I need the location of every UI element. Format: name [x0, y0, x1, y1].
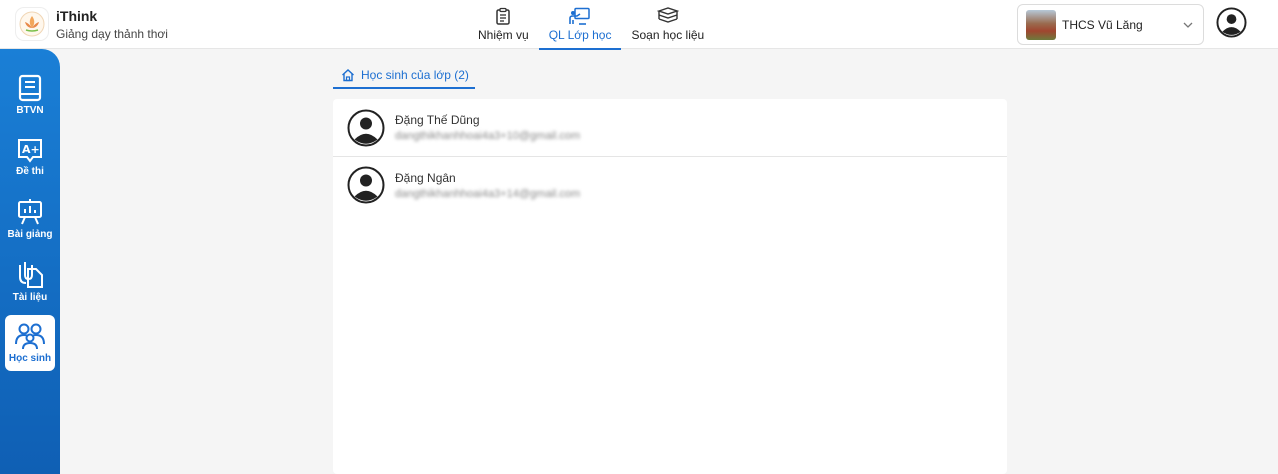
student-info: Đặng Ngân dangthikhanhhoai4a3+14@gmail.c… [395, 171, 580, 200]
sidebar-item-tai-lieu[interactable]: Tài liệu [5, 253, 55, 309]
sidebar-item-de-thi[interactable]: A+ Đề thi [5, 129, 55, 185]
student-email: dangthikhanhhoai4a3+10@gmail.com [395, 130, 581, 142]
tab-hoc-sinh-cua-lop[interactable]: Học sinh của lớp (2) [333, 63, 475, 89]
lotus-logo-icon [19, 11, 45, 37]
student-name: Đặng Ngân [395, 170, 456, 185]
sidebar: BTVN A+ Đề thi Bài giảng Tài liệu Học si… [0, 49, 60, 474]
home-icon [342, 69, 354, 82]
top-nav: Nhiệm vụ QL Lớp học Soạn học liệu [468, 0, 714, 50]
tab-label: Soạn học liệu [631, 28, 705, 42]
sidebar-item-label: Bài giảng [7, 229, 53, 240]
sidebar-item-label: Đề thi [16, 166, 44, 177]
students-icon [15, 323, 45, 350]
sidebar-item-label: Học sinh [8, 353, 52, 364]
tab-label: QL Lớp học [548, 28, 612, 42]
student-list-panel: Đặng Thế Dũng dangthikhanhhoai4a3+10@gma… [333, 99, 1007, 474]
student-info: Đặng Thế Dũng dangthikhanhhoai4a3+10@gma… [395, 113, 580, 142]
tab-label: Nhiệm vụ [478, 28, 529, 42]
top-header: iThink Giảng dạy thảnh thơi Nhiệm vụ QL … [0, 0, 1278, 50]
sidebar-item-bai-giang[interactable]: Bài giảng [5, 191, 55, 247]
classroom-icon [569, 7, 590, 25]
sidebar-item-label: Tài liệu [12, 292, 48, 303]
tab-ql-lop-hoc[interactable]: QL Lớp học [538, 0, 622, 50]
student-avatar-icon [347, 166, 385, 204]
student-email: dangthikhanhhoai4a3+14@gmail.com [395, 187, 581, 200]
tab-label: Học sinh của lớp (2) [361, 68, 469, 82]
user-avatar-icon[interactable] [1216, 7, 1247, 38]
tab-soan-hoc-lieu[interactable]: Soạn học liệu [621, 0, 714, 49]
sidebar-item-hoc-sinh[interactable]: Học sinh [5, 315, 55, 371]
list-item[interactable]: Đặng Thế Dũng dangthikhanhhoai4a3+10@gma… [333, 99, 1007, 156]
books-icon [656, 7, 679, 23]
brand-subtitle: Giảng dạy thảnh thơi [56, 27, 168, 41]
ithink-logo[interactable] [16, 8, 48, 40]
attachment-icon [19, 262, 43, 288]
grade-icon: A+ [18, 139, 42, 163]
school-name: THCS Vũ Lăng [1062, 17, 1143, 32]
clipboard-icon [496, 7, 511, 25]
school-selector[interactable]: THCS Vũ Lăng [1017, 4, 1204, 45]
sidebar-item-btvn[interactable]: BTVN [5, 67, 55, 123]
school-thumbnail [1026, 9, 1056, 40]
sidebar-item-label: BTVN [16, 105, 44, 116]
tab-nhiem-vu[interactable]: Nhiệm vụ [468, 0, 539, 49]
book-icon [18, 74, 42, 102]
brand-title: iThink [56, 8, 98, 24]
chevron-down-icon [1183, 22, 1193, 28]
svg-text:A+: A+ [22, 143, 40, 156]
student-name: Đặng Thế Dũng [395, 113, 480, 127]
list-item[interactable]: Đặng Ngân dangthikhanhhoai4a3+14@gmail.c… [333, 156, 1007, 213]
presentation-icon [18, 199, 42, 225]
student-avatar-icon [347, 109, 385, 146]
